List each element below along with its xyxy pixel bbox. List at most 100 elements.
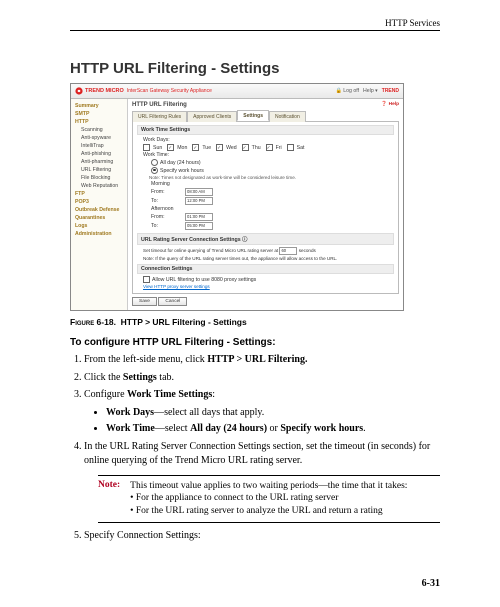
from-label: From: xyxy=(151,189,185,195)
radio-all-day[interactable] xyxy=(151,159,158,166)
rating-text: Set timeout for online querying of Trend… xyxy=(143,247,394,255)
procedure-heading: To configure HTTP URL Filtering - Settin… xyxy=(70,337,440,348)
page-title: HTTP URL Filtering - Settings xyxy=(70,60,440,77)
sidebar-item[interactable]: Anti-spyware xyxy=(71,134,127,142)
day-label: Thu xyxy=(252,145,261,151)
day-label: Sat xyxy=(297,145,305,151)
work-days-label: Work Days: xyxy=(143,137,394,143)
day-checkbox[interactable]: Wed xyxy=(216,144,237,151)
main-panel: HTTP URL Filtering ❓ Help URL Filtering … xyxy=(128,99,403,310)
step-2: Click the Settings tab. xyxy=(84,371,440,386)
timeout-input[interactable]: 60 xyxy=(279,247,297,255)
tab-settings[interactable]: Settings xyxy=(237,110,269,121)
sidebar-item[interactable]: Logs xyxy=(71,222,127,230)
content-title: HTTP URL Filtering xyxy=(132,102,187,108)
day-checkbox[interactable]: Sun xyxy=(143,144,162,151)
to-label: To: xyxy=(151,198,185,204)
sidebar-item[interactable]: Anti-phishing xyxy=(71,150,127,158)
sidebar-item[interactable]: Web Reputation xyxy=(71,182,127,190)
procedure-list: From the left-side menu, click HTTP > UR… xyxy=(84,353,440,469)
checkbox-icon[interactable] xyxy=(287,144,294,151)
note-body: This timeout value applies to two waitin… xyxy=(130,480,440,518)
checkbox-icon[interactable] xyxy=(192,144,199,151)
day-checkbox[interactable]: Sat xyxy=(287,144,305,151)
save-button[interactable]: Save xyxy=(132,297,157,306)
vendor-logo: TREND xyxy=(382,88,399,94)
logoff-label: Log off xyxy=(343,88,359,94)
tab-rules[interactable]: URL Filtering Rules xyxy=(132,111,187,122)
checkbox-icon[interactable] xyxy=(266,144,273,151)
sidebar-item[interactable]: POP3 xyxy=(71,198,127,206)
morning-label: Morning xyxy=(151,181,235,187)
running-header: HTTP Services xyxy=(385,18,440,28)
logoff-link[interactable]: 🔒 Log off xyxy=(336,88,359,94)
left-nav: SummarySMTPHTTPScanningAnti-spywareIntel… xyxy=(71,99,128,310)
sidebar-item[interactable]: SMTP xyxy=(71,110,127,118)
sidebar-item[interactable]: Scanning xyxy=(71,126,127,134)
afternoon-to-input[interactable]: 05:00 PM xyxy=(185,222,213,230)
help-dropdown[interactable]: Help ▾ xyxy=(363,88,378,94)
sidebar-item[interactable]: Anti-pharming xyxy=(71,158,127,166)
day-label: Sun xyxy=(153,145,162,151)
day-checkbox[interactable]: Tue xyxy=(192,144,211,151)
bullet-work-days: Work Days—select all days that apply. xyxy=(106,406,440,421)
tab-notification[interactable]: Notification xyxy=(269,111,306,122)
sidebar-item[interactable]: Quarantines xyxy=(71,214,127,222)
step-3: Configure Work Time Settings: Work Days—… xyxy=(84,388,440,437)
all-day-label: All day (24 hours) xyxy=(160,160,201,166)
day-checkbox[interactable]: Thu xyxy=(242,144,261,151)
afternoon-label: Afternoon xyxy=(151,206,235,212)
seconds-label: seconds xyxy=(299,248,316,253)
sidebar-item[interactable]: URL Filtering xyxy=(71,166,127,174)
radio-specify-hours[interactable] xyxy=(151,167,158,174)
rating-note: Note: If the query of the URL rating ser… xyxy=(143,256,394,261)
note-label: Note: xyxy=(98,480,120,518)
note-block: Note: This timeout value applies to two … xyxy=(98,475,440,523)
screenshot-figure: TREND MICRO InterScan Gateway Security A… xyxy=(70,83,404,311)
work-time-note: Note: Times not designated as work-time … xyxy=(149,175,394,180)
sidebar-item[interactable]: HTTP xyxy=(71,118,127,126)
view-proxy-link[interactable]: View HTTP proxy server settings xyxy=(143,284,394,289)
step-5: Specify Connection Settings: xyxy=(84,529,440,544)
procedure-list-cont: Specify Connection Settings: xyxy=(84,529,440,544)
day-label: Wed xyxy=(226,145,237,151)
cancel-button[interactable]: Cancel xyxy=(158,297,187,306)
tab-bar: URL Filtering Rules Approved Clients Set… xyxy=(132,110,399,122)
morning-from-input[interactable]: 08:00 AM xyxy=(185,188,213,196)
work-time-heading: Work Time Settings xyxy=(137,125,394,135)
checkbox-icon[interactable] xyxy=(242,144,249,151)
sidebar-item[interactable]: IntelliTrap xyxy=(71,142,127,150)
header-rule xyxy=(70,30,440,31)
tab-approved-clients[interactable]: Approved Clients xyxy=(187,111,237,122)
sidebar-item[interactable]: Administration xyxy=(71,230,127,238)
step-1: From the left-side menu, click HTTP > UR… xyxy=(84,353,440,368)
afternoon-from-input[interactable]: 01:00 PM xyxy=(185,213,213,221)
day-checkbox[interactable]: Mon xyxy=(167,144,187,151)
connection-heading: Connection Settings xyxy=(137,264,394,274)
figure-caption: Figure 6-18. HTTP > URL Filtering - Sett… xyxy=(70,317,440,327)
morning-to-input[interactable]: 12:00 PM xyxy=(185,197,213,205)
day-label: Fri xyxy=(276,145,282,151)
checkbox-icon[interactable] xyxy=(216,144,223,151)
brand-subtitle: InterScan Gateway Security Appliance xyxy=(127,88,212,94)
proxy-checkbox[interactable] xyxy=(143,276,150,283)
day-checkbox[interactable]: Fri xyxy=(266,144,282,151)
page-number: 6-31 xyxy=(422,578,440,589)
trend-logo-icon xyxy=(75,87,83,95)
from-label-2: From: xyxy=(151,214,185,220)
window-title-bar: TREND MICRO InterScan Gateway Security A… xyxy=(71,84,403,99)
bullet-work-time: Work Time—select All day (24 hours) or S… xyxy=(106,422,440,437)
checkbox-icon[interactable] xyxy=(167,144,174,151)
proxy-label: Allow URL filtering to use 8080 proxy se… xyxy=(152,277,256,283)
sidebar-item[interactable]: FTP xyxy=(71,190,127,198)
step-4: In the URL Rating Server Connection Sett… xyxy=(84,440,440,469)
sidebar-item[interactable]: File Blocking xyxy=(71,174,127,182)
sidebar-item[interactable]: Outbreak Defense xyxy=(71,206,127,214)
specify-label: Specify work hours xyxy=(160,168,204,174)
checkbox-icon[interactable] xyxy=(143,144,150,151)
help-link[interactable]: ❓ Help xyxy=(381,102,399,108)
rating-heading: URL Rating Server Connection Settings ⓘ xyxy=(137,233,394,245)
day-label: Tue xyxy=(202,145,211,151)
brand-text: TREND MICRO xyxy=(85,88,124,94)
sidebar-item[interactable]: Summary xyxy=(71,102,127,110)
